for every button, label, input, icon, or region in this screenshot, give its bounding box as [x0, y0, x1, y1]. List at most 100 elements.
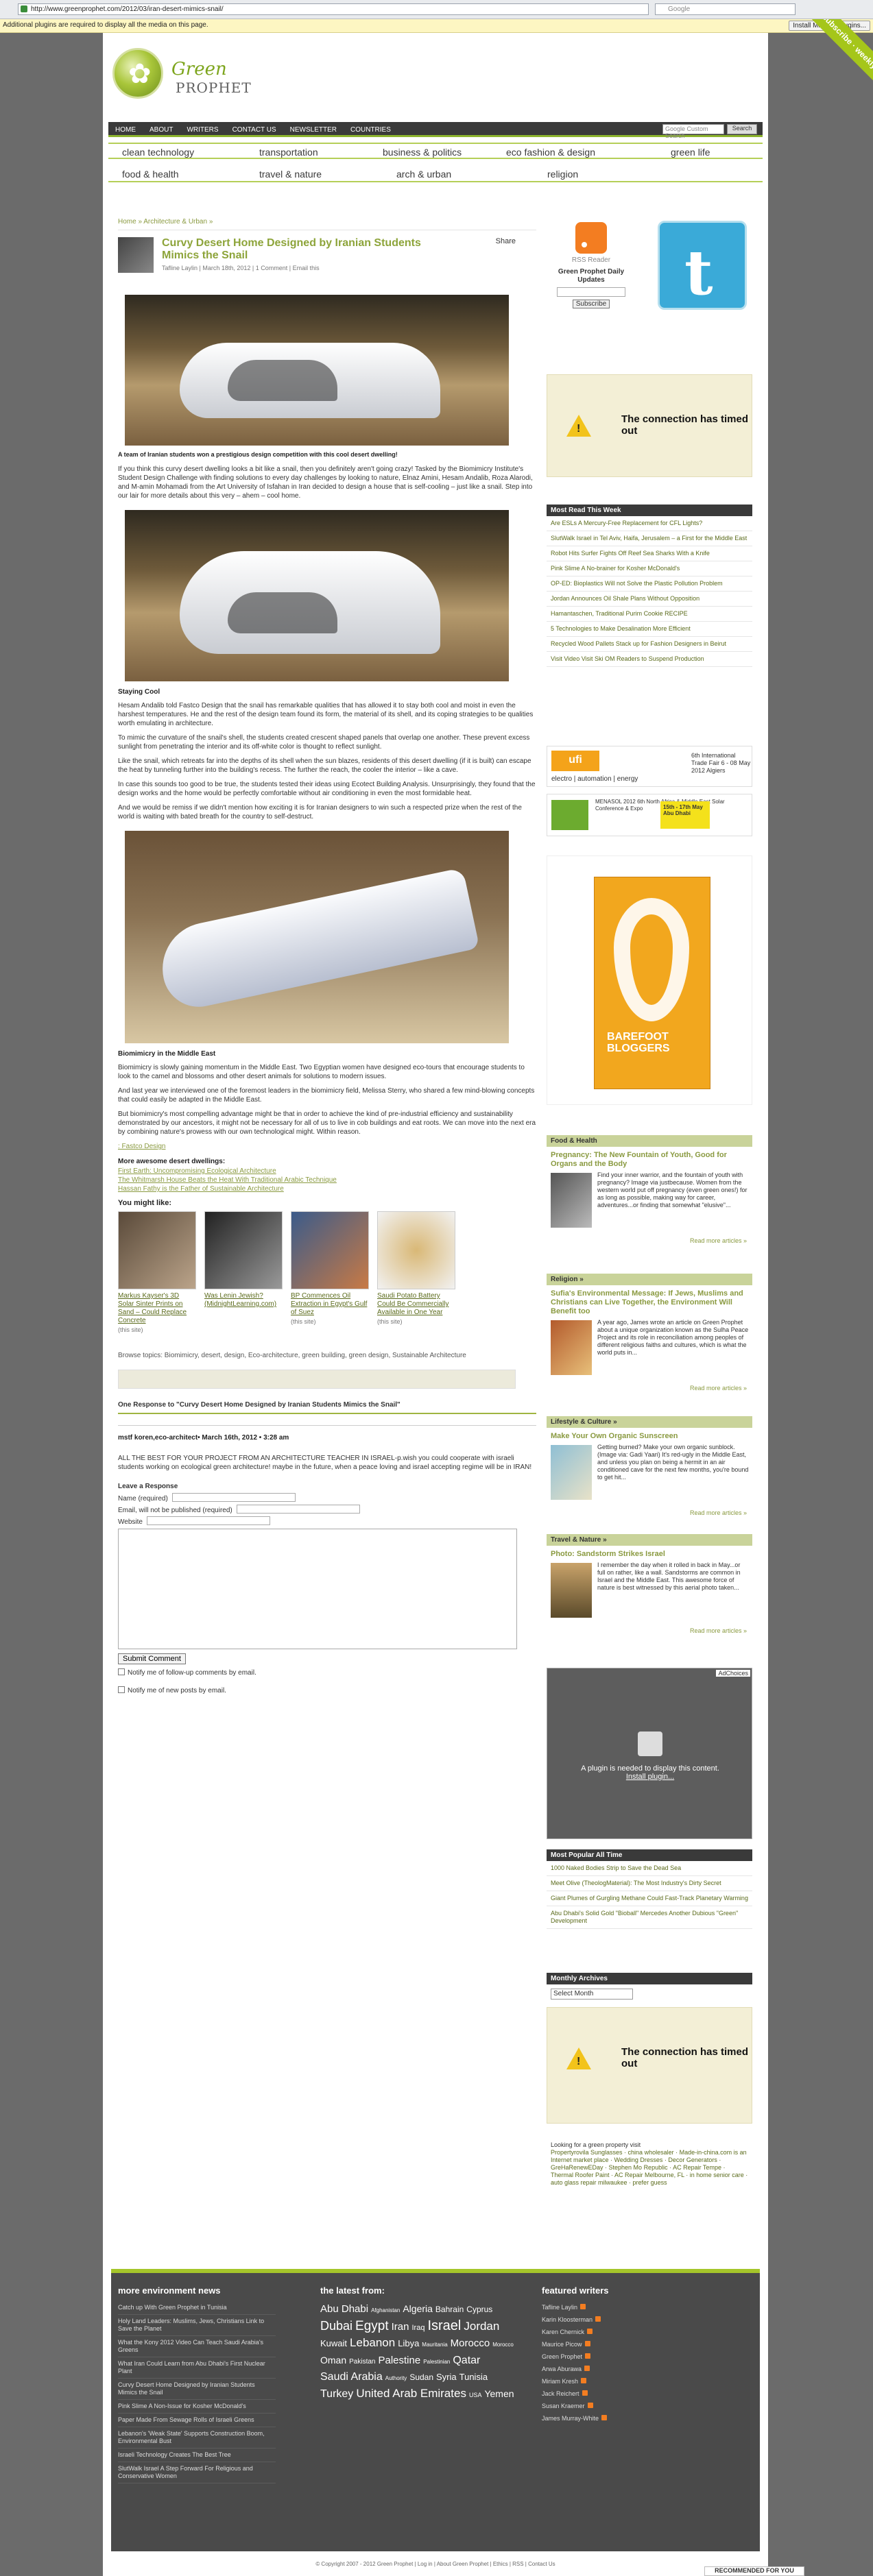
- writer-link[interactable]: Green Prophet: [542, 2350, 624, 2363]
- subscribe-email-field[interactable]: [557, 287, 625, 297]
- nav-about[interactable]: ABOUT: [143, 122, 180, 134]
- country-tag[interactable]: Iran: [392, 2320, 409, 2335]
- notify-posts-checkbox[interactable]: [118, 1686, 125, 1693]
- share-button[interactable]: Share: [496, 237, 516, 245]
- writer-link[interactable]: Miriam Kresh: [542, 2375, 624, 2387]
- email-field[interactable]: [236, 1505, 360, 1514]
- country-tag[interactable]: Israel: [427, 2318, 461, 2333]
- country-tag[interactable]: Saudi Arabia: [320, 2370, 383, 2385]
- country-tag[interactable]: Algeria: [403, 2301, 433, 2316]
- footer-news-item[interactable]: SlutWalk Israel A Step Forward For Relig…: [118, 2462, 276, 2483]
- most-popular-item[interactable]: Abu Dhabi's Solid Gold "Bioball" Mercede…: [547, 1906, 752, 1929]
- country-tag[interactable]: Pakistan: [349, 2355, 375, 2370]
- twitter-icon[interactable]: t: [658, 221, 747, 310]
- read-more-link[interactable]: Read more articles »: [547, 1627, 747, 1634]
- notify-followup[interactable]: Notify me of follow-up comments by email…: [118, 1668, 536, 1677]
- category-transportation[interactable]: transportation: [259, 147, 318, 158]
- site-search-input[interactable]: Google Custom Search: [662, 124, 724, 139]
- category-eco-fashion[interactable]: eco fashion & design: [506, 147, 595, 158]
- country-tag[interactable]: Jordan: [464, 2319, 499, 2334]
- comment-textarea[interactable]: [118, 1529, 517, 1649]
- country-tag[interactable]: Syria: [436, 2370, 457, 2385]
- related-thumb[interactable]: [118, 1211, 196, 1289]
- related-thumb[interactable]: [377, 1211, 455, 1289]
- footer-news-item[interactable]: What Iran Could Learn from Abu Dhabi's F…: [118, 2357, 276, 2379]
- category-box-title[interactable]: Pregnancy: The New Fountain of Youth, Go…: [551, 1151, 748, 1169]
- category-box-heading[interactable]: Religion »: [547, 1274, 752, 1285]
- most-read-item[interactable]: Robot Hits Surfer Fights Off Reef Sea Sh…: [547, 546, 752, 561]
- related-item[interactable]: Saudi Potato Battery Could Be Commercial…: [377, 1211, 455, 1333]
- category-religion[interactable]: religion: [547, 169, 578, 180]
- subscribe-ribbon[interactable]: Subscribe · weekly newsletter: [789, 19, 873, 104]
- country-tag[interactable]: Morocco: [492, 2337, 514, 2353]
- footer-news-item[interactable]: Paper Made From Sewage Rolls of Israeli …: [118, 2414, 276, 2427]
- ribbon-text[interactable]: Subscribe · weekly newsletter: [808, 19, 873, 104]
- category-food-health[interactable]: food & health: [122, 169, 179, 180]
- category-box-heading[interactable]: Lifestyle & Culture »: [547, 1416, 752, 1428]
- country-tag[interactable]: Morocco: [451, 2336, 490, 2351]
- rss-label[interactable]: RSS Reader: [547, 256, 636, 264]
- country-tag[interactable]: Dubai: [320, 2318, 352, 2333]
- country-tag[interactable]: Palestine: [378, 2353, 420, 2368]
- footer-news-item[interactable]: What the Kony 2012 Video Can Teach Saudi…: [118, 2336, 276, 2357]
- country-tag[interactable]: Lebanon: [350, 2335, 395, 2350]
- country-tag[interactable]: Kuwait: [320, 2336, 347, 2351]
- property-link-list[interactable]: Propertyrovila Sunglasses · china wholes…: [551, 2149, 748, 2187]
- country-tag[interactable]: Afghanistan: [371, 2303, 400, 2318]
- related-text[interactable]: BP Commences Oil Extraction in Egypt's G…: [291, 1292, 369, 1317]
- writer-link[interactable]: Tafline Laylin: [542, 2301, 624, 2313]
- writer-link[interactable]: Susan Kraemer: [542, 2400, 624, 2412]
- category-box-title[interactable]: Make Your Own Organic Sunscreen: [551, 1432, 748, 1441]
- country-tag[interactable]: Iraq: [411, 2320, 424, 2335]
- writer-link[interactable]: Karen Chernick: [542, 2326, 624, 2338]
- country-tag[interactable]: Tunisia: [459, 2370, 488, 2385]
- writer-link[interactable]: Arwa Aburawa: [542, 2363, 624, 2375]
- related-text[interactable]: Saudi Potato Battery Could Be Commercial…: [377, 1292, 455, 1317]
- related-link[interactable]: First Earth: Uncompromising Ecological A…: [118, 1167, 536, 1176]
- country-tag[interactable]: Egypt: [355, 2319, 389, 2334]
- country-tag[interactable]: Qatar: [453, 2353, 480, 2368]
- url-field[interactable]: http://www.greenprophet.com/2012/03/iran…: [18, 3, 649, 15]
- related-text[interactable]: Markus Kayser's 3D Solar Sinter Prints o…: [118, 1292, 196, 1325]
- category-box-title[interactable]: Sufia's Environmental Message: If Jews, …: [551, 1289, 748, 1316]
- logo-green-text[interactable]: Green: [171, 59, 227, 80]
- country-tag[interactable]: Libya: [398, 2336, 419, 2351]
- most-read-item[interactable]: Visit Video Visit Ski OM Readers to Susp…: [547, 652, 752, 667]
- related-item[interactable]: Was Lenin Jewish? (MidnightLearning.com): [204, 1211, 283, 1333]
- writer-link[interactable]: Maurice Picow: [542, 2338, 624, 2350]
- post-meta[interactable]: Tafline Laylin | March 18th, 2012 | 1 Co…: [162, 265, 320, 271]
- country-tag[interactable]: Turkey: [320, 2387, 353, 2402]
- rss-icon[interactable]: [575, 222, 607, 254]
- country-tag[interactable]: Palestinian: [423, 2355, 450, 2370]
- most-read-item[interactable]: Jordan Announces Oil Shale Plans Without…: [547, 592, 752, 607]
- nav-countries[interactable]: COUNTRIES: [344, 122, 398, 134]
- adchoices-label[interactable]: AdChoices: [716, 1670, 750, 1677]
- category-box-heading[interactable]: Travel & Nature »: [547, 1534, 752, 1546]
- install-plugin-link[interactable]: Install plugin...: [575, 1773, 726, 1781]
- writer-link[interactable]: Karin Kloosterman: [542, 2313, 624, 2326]
- category-box-thumb[interactable]: [551, 1173, 592, 1228]
- writer-link[interactable]: Jack Reichert: [542, 2387, 624, 2400]
- country-tag[interactable]: Authority: [385, 2371, 407, 2386]
- read-more-link[interactable]: Read more articles »: [547, 1385, 747, 1392]
- ufi-logo[interactable]: ufi: [551, 751, 599, 771]
- related-link[interactable]: The Whitmarsh House Beats the Heat With …: [118, 1176, 536, 1184]
- footer-news-item[interactable]: Catch up With Green Prophet in Tunisia: [118, 2301, 276, 2315]
- read-more-link[interactable]: Read more articles »: [547, 1237, 747, 1244]
- country-tag[interactable]: Yemen: [484, 2386, 514, 2401]
- category-box-heading[interactable]: Food & Health: [547, 1135, 752, 1147]
- category-box-thumb[interactable]: [551, 1445, 592, 1500]
- browse-topics[interactable]: Browse topics: Biomimicry, desert, desig…: [118, 1351, 536, 1360]
- most-read-item[interactable]: Recycled Wood Pallets Stack up for Fashi…: [547, 637, 752, 652]
- nav-writers[interactable]: WRITERS: [180, 122, 225, 134]
- category-box-thumb[interactable]: [551, 1320, 592, 1375]
- category-travel-nature[interactable]: travel & nature: [259, 169, 322, 180]
- book-cover[interactable]: BAREFOOT BLOGGERS: [594, 877, 710, 1089]
- most-read-item[interactable]: Are ESLs A Mercury-Free Replacement for …: [547, 516, 752, 531]
- country-tag[interactable]: Mauritania: [422, 2337, 447, 2353]
- country-tag[interactable]: United Arab Emirates: [356, 2386, 466, 2401]
- category-business-politics[interactable]: business & politics: [383, 147, 462, 158]
- related-thumb[interactable]: [291, 1211, 369, 1289]
- footer-news-item[interactable]: Israeli Technology Creates The Best Tree: [118, 2449, 276, 2462]
- notify-posts[interactable]: Notify me of new posts by email.: [118, 1686, 536, 1694]
